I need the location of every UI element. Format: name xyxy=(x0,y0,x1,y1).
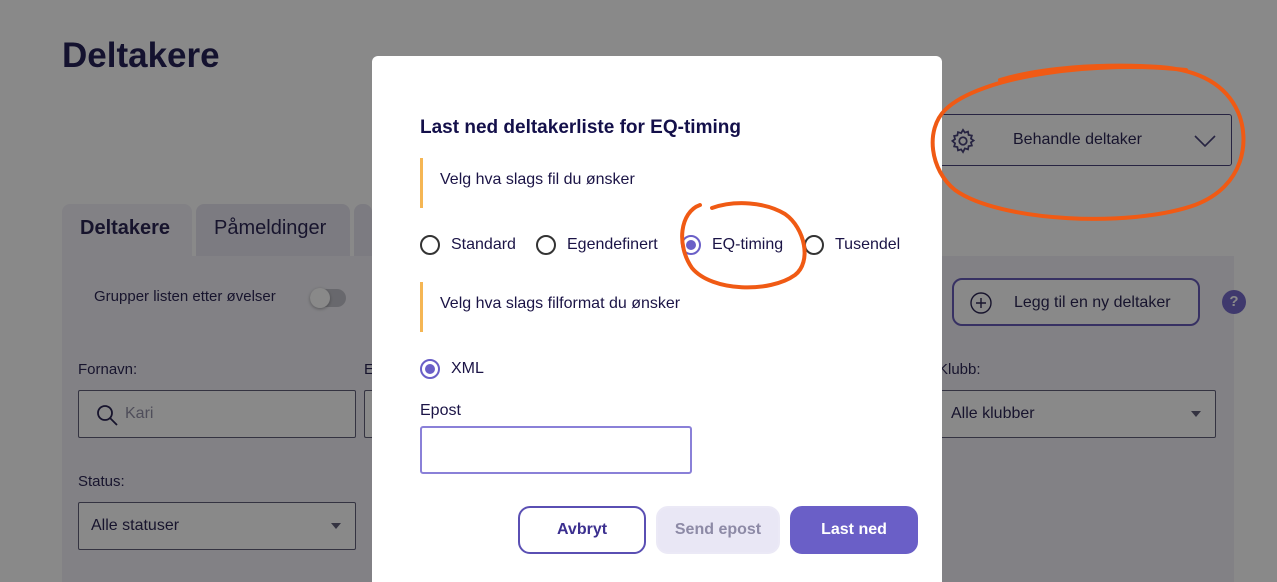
download-list-modal: Last ned deltakerliste for EQ-timing Vel… xyxy=(372,56,942,582)
modal-title: Last ned deltakerliste for EQ-timing xyxy=(420,117,741,138)
radio-circle xyxy=(804,235,824,255)
email-field[interactable] xyxy=(420,426,692,474)
radio-standard-label: Standard xyxy=(451,236,516,253)
radio-standard[interactable]: Standard xyxy=(420,234,530,256)
radio-egendefinert[interactable]: Egendefinert xyxy=(536,234,676,256)
send-email-button[interactable]: Send epost xyxy=(656,506,780,554)
radio-eq-timing[interactable]: EQ-timing xyxy=(681,234,791,256)
file-type-hint: Velg hva slags fil du ønsker xyxy=(420,158,820,208)
radio-circle xyxy=(420,235,440,255)
download-button[interactable]: Last ned xyxy=(790,506,918,554)
email-label: Epost xyxy=(420,402,461,419)
radio-xml-label: XML xyxy=(451,360,484,377)
radio-eq-timing-label: EQ-timing xyxy=(712,236,784,253)
radio-tusendel-label: Tusendel xyxy=(835,236,901,253)
radio-xml[interactable]: XML xyxy=(420,358,500,380)
file-format-hint: Velg hva slags filformat du ønsker xyxy=(420,282,820,332)
radio-tusendel[interactable]: Tusendel xyxy=(804,234,914,256)
radio-circle-checked xyxy=(681,235,701,255)
cancel-button[interactable]: Avbryt xyxy=(518,506,646,554)
radio-circle-checked xyxy=(420,359,440,379)
radio-circle xyxy=(536,235,556,255)
radio-egendefinert-label: Egendefinert xyxy=(567,236,658,253)
